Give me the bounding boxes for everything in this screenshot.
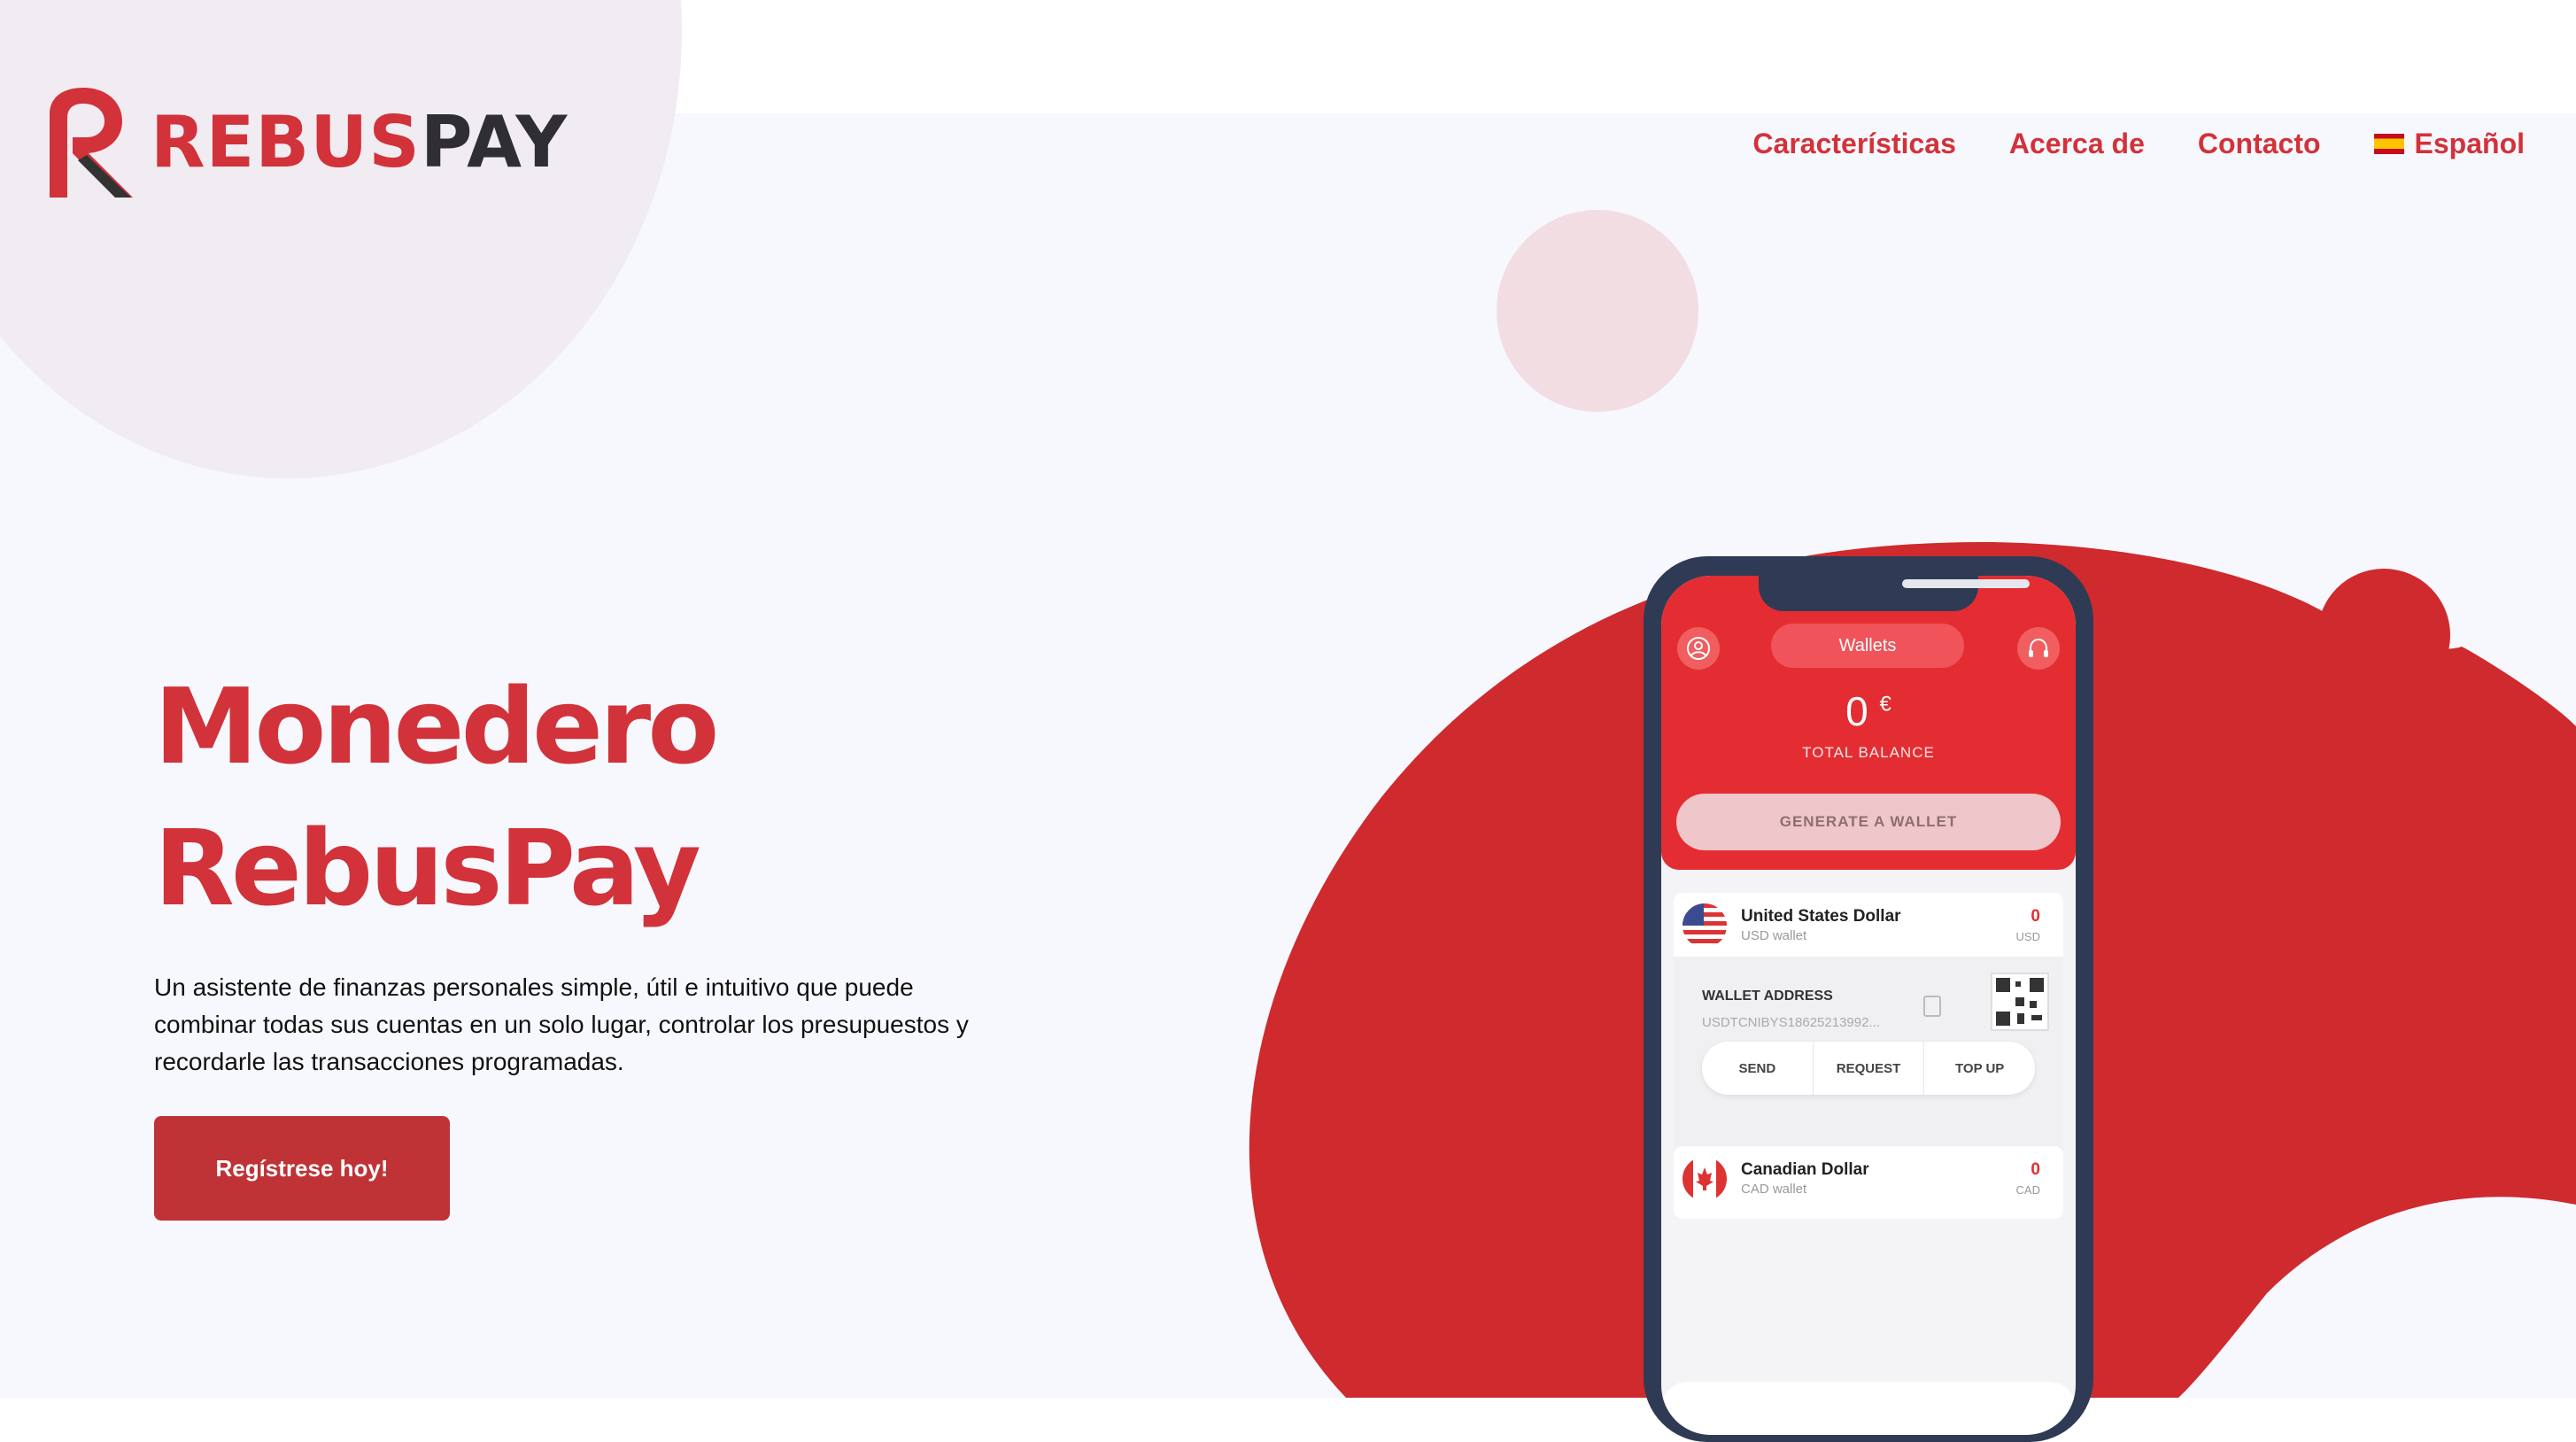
balance-label: TOTAL BALANCE (1802, 744, 1935, 761)
cad-wallet-amount: 0 (2031, 1160, 2040, 1179)
us-flag-icon (1683, 903, 1727, 948)
canada-flag-icon (1683, 1157, 1727, 1201)
cad-wallet-code: CAD (2015, 1183, 2040, 1197)
cad-wallet-subtitle: CAD wallet (1741, 1182, 1807, 1197)
usd-wallet-header: United States Dollar USD wallet 0 USD (1674, 893, 2063, 957)
logo-text-pay: PAY (420, 100, 569, 183)
headset-icon (2017, 627, 2060, 670)
wallet-address-value: USDTCNIBYS18625213992... (1702, 1015, 1880, 1030)
main-nav: Características Acerca de Contacto Españ… (1752, 128, 2525, 160)
hero-description: Un asistente de finanzas personales simp… (154, 973, 969, 1075)
phone-mockup: Wallets 0 € TOTAL BALANCE GENERATE A WAL… (1644, 556, 2093, 1442)
balance-currency: € (1879, 692, 1891, 717)
logo-wordmark: REBUSPAY (151, 101, 568, 183)
usd-wallet-amount: 0 (2031, 907, 2040, 926)
hero-title-line2: RebusPay (154, 807, 701, 929)
wallets-tab: Wallets (1771, 624, 1964, 668)
wallet-address-label: WALLET ADDRESS (1702, 988, 1833, 1004)
phone-tab-bar (1661, 1382, 2076, 1435)
send-button: SEND (1702, 1042, 1814, 1095)
phone-notch (1759, 576, 2030, 611)
language-label: Español (2414, 128, 2525, 159)
phone-header: Wallets 0 € TOTAL BALANCE GENERATE A WAL… (1661, 576, 2076, 870)
copy-icon (1923, 996, 1941, 1017)
logo-text-rebus: REBUS (151, 100, 421, 183)
phone-screen: Wallets 0 € TOTAL BALANCE GENERATE A WAL… (1661, 576, 2076, 1435)
nav-contacto[interactable]: Contacto (2198, 128, 2321, 160)
nav-acerca-de[interactable]: Acerca de (2009, 128, 2145, 160)
usd-wallet-name: United States Dollar (1741, 907, 1901, 926)
logo-mark-icon (50, 88, 133, 198)
total-balance: 0 € (1661, 687, 2076, 735)
request-button: REQUEST (1814, 1042, 1925, 1095)
top-up-button: TOP UP (1924, 1042, 2035, 1095)
hero-title: Monedero RebusPay (154, 655, 719, 939)
spain-flag-icon (2373, 134, 2404, 154)
cad-wallet-card: Canadian Dollar CAD wallet 0 CAD (1674, 1146, 2063, 1219)
wallet-actions: SEND REQUEST TOP UP (1702, 1042, 2035, 1095)
qr-code-icon (1991, 973, 2049, 1031)
usd-wallet-code: USD (2015, 930, 2040, 943)
generate-wallet-button: GENERATE A WALLET (1676, 794, 2061, 850)
balance-value: 0 (1845, 688, 1868, 734)
usd-wallet-card: United States Dollar USD wallet 0 USD WA… (1674, 893, 2063, 1159)
hero-title-line1: Monedero (154, 665, 719, 787)
phone-speaker (1902, 579, 2030, 588)
language-selector[interactable]: Español (2373, 128, 2525, 160)
usd-wallet-subtitle: USD wallet (1741, 928, 1807, 943)
nav-caracteristicas[interactable]: Características (1752, 128, 1955, 160)
cad-wallet-name: Canadian Dollar (1741, 1160, 1869, 1179)
logo[interactable]: REBUSPAY (43, 84, 568, 199)
register-button[interactable]: Regístrese hoy! (154, 1116, 450, 1221)
user-icon (1677, 627, 1720, 670)
